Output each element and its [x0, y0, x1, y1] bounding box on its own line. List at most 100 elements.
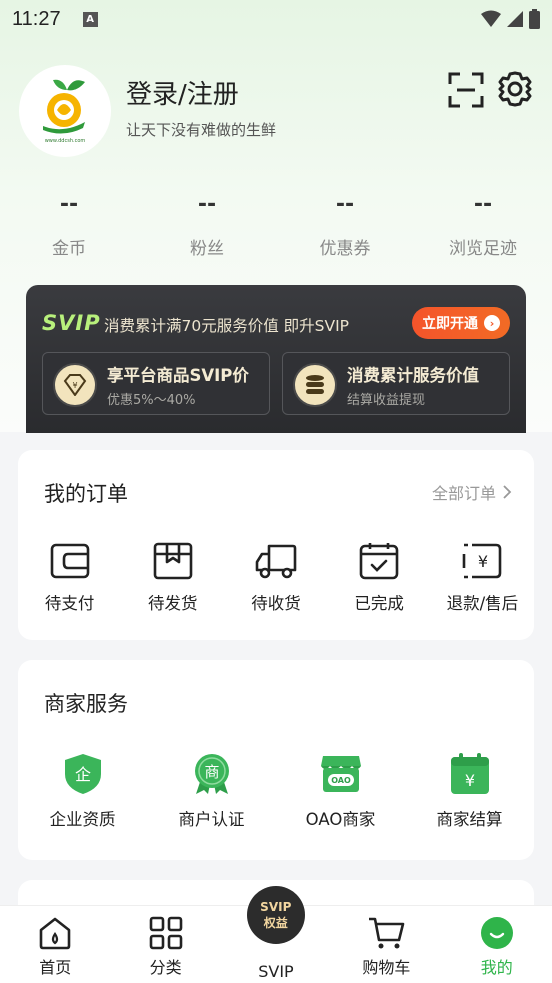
- tab-label: 首页: [39, 958, 72, 977]
- perk-subtitle: 结算收益提现: [347, 393, 426, 408]
- tab-category[interactable]: 分类: [110, 906, 220, 983]
- tab-label: SVIP: [258, 962, 294, 981]
- brand-logo-icon: www.ddcsh.com: [43, 79, 86, 144]
- order-completed[interactable]: 已完成: [328, 542, 431, 614]
- merchant-enterprise-qualification[interactable]: 企 企业资质: [18, 752, 147, 830]
- coins-stack-icon: [293, 363, 337, 407]
- calendar-check-icon: [359, 543, 399, 580]
- svg-text:企: 企: [74, 765, 90, 784]
- shield-enterprise-icon: 企: [64, 754, 101, 794]
- stat-value: --: [59, 192, 79, 217]
- bottom-tab-bar: 首页 分类 SVIP 权益 SVIP 购物车 我的: [0, 886, 552, 983]
- stat-history[interactable]: -- 浏览足迹: [414, 192, 552, 259]
- tab-label: 我的: [480, 958, 513, 977]
- merchant-certification[interactable]: 商 商户认证: [147, 752, 276, 830]
- package-icon: [153, 542, 193, 580]
- stat-fans[interactable]: -- 粉丝: [138, 192, 276, 259]
- battery-icon: [529, 9, 540, 29]
- orders-title: 我的订单: [44, 482, 128, 506]
- svg-text:www.ddcsh.com: www.ddcsh.com: [45, 138, 86, 144]
- perk-title: 消费累计服务价值: [347, 366, 479, 385]
- svip-perk-price: ¥ 享平台商品SVIP价 优惠5%～40%: [42, 352, 270, 415]
- merchant-label: 商户认证: [178, 810, 245, 829]
- order-label: 待发货: [148, 594, 198, 613]
- svg-text:¥: ¥: [464, 771, 474, 790]
- orders-card: 我的订单 全部订单 待支付 待发货 待收货 已完成 ¥ 退款/售后: [18, 450, 534, 640]
- stat-coins[interactable]: -- 金币: [0, 192, 138, 259]
- orders-grid: 待支付 待发货 待收货 已完成 ¥ 退款/售后: [18, 542, 534, 614]
- svip-open-label: 立即开通: [422, 316, 478, 332]
- status-bar: 11:27 A: [0, 0, 552, 38]
- svg-text:OAO: OAO: [331, 776, 351, 785]
- stat-label: 粉丝: [190, 239, 224, 259]
- chevron-right-icon: [503, 485, 512, 499]
- merchant-oao[interactable]: OAO OAO商家: [276, 752, 405, 830]
- tab-label: 分类: [149, 958, 182, 977]
- tab-svip[interactable]: SVIP 权益 SVIP: [221, 886, 331, 983]
- calendar-yen-icon: ¥: [450, 753, 489, 794]
- perk-subtitle: 优惠5%～40%: [107, 393, 196, 408]
- scan-icon[interactable]: [448, 72, 484, 108]
- store-icon: OAO: [320, 756, 361, 792]
- grid-icon: [149, 916, 182, 950]
- all-orders-label: 全部订单: [431, 484, 496, 503]
- svip-open-button[interactable]: 立即开通 ›: [412, 307, 510, 339]
- merchant-label: 企业资质: [49, 810, 116, 829]
- merchant-services-card: 商家服务 企 企业资质 商 商户认证 OAO OAO商家 ¥ 商家结算: [18, 660, 534, 860]
- profile-subtitle: 让天下没有难做的生鲜: [126, 121, 277, 139]
- order-pending-payment[interactable]: 待支付: [18, 542, 121, 614]
- order-refund-aftersale[interactable]: ¥ 退款/售后: [431, 542, 534, 614]
- stat-label: 浏览足迹: [449, 239, 517, 259]
- order-label: 退款/售后: [446, 594, 519, 613]
- svip-bubble-line1: SVIP: [260, 900, 292, 914]
- diamond-yen-icon: ¥: [53, 363, 97, 407]
- merchant-label: 商家结算: [436, 810, 503, 829]
- merchant-title: 商家服务: [44, 692, 128, 716]
- stat-value: --: [473, 192, 493, 217]
- svip-bubble-line2: 权益: [263, 916, 288, 930]
- status-time: 11:27: [12, 7, 61, 30]
- merchant-badge-icon: 商: [194, 754, 229, 794]
- stats-row: -- 金币 -- 粉丝 -- 优惠券 -- 浏览足迹: [0, 192, 552, 259]
- all-orders-link[interactable]: 全部订单: [432, 480, 512, 504]
- svg-text:¥: ¥: [72, 381, 77, 390]
- merchant-settlement[interactable]: ¥ 商家结算: [405, 752, 534, 830]
- svip-description: 消费累计满70元服务价值 即升SVIP: [104, 317, 350, 335]
- smile-face-icon: [480, 917, 513, 949]
- svip-perk-value: 消费累计服务价值 结算收益提现: [282, 352, 510, 415]
- svip-logo: SVIP: [42, 311, 101, 335]
- cart-icon: [369, 917, 405, 949]
- tab-label: 购物车: [362, 958, 411, 977]
- svip-banner[interactable]: SVIP 消费累计满70元服务价值 即升SVIP 立即开通 › ¥ 享平台商品S…: [26, 285, 526, 433]
- wifi-icon: [481, 10, 501, 27]
- perk-title: 享平台商品SVIP价: [107, 366, 249, 385]
- status-icons: [481, 9, 540, 29]
- tab-home[interactable]: 首页: [0, 906, 110, 983]
- gear-icon[interactable]: [496, 70, 534, 108]
- order-label: 待支付: [44, 594, 95, 613]
- merchant-grid: 企 企业资质 商 商户认证 OAO OAO商家 ¥ 商家结算: [18, 752, 534, 830]
- stat-value: --: [197, 192, 217, 217]
- login-register-link[interactable]: 登录/注册: [126, 74, 239, 111]
- svg-text:商: 商: [204, 763, 219, 781]
- notification-a-icon: A: [82, 11, 98, 27]
- signal-icon: [507, 11, 523, 27]
- order-pending-receipt[interactable]: 待收货: [224, 542, 327, 614]
- tab-mine[interactable]: 我的: [442, 906, 552, 983]
- order-pending-shipment[interactable]: 待发货: [121, 542, 224, 614]
- order-label: 待收货: [251, 594, 301, 613]
- stat-label: 金币: [52, 239, 86, 259]
- svg-text:¥: ¥: [478, 552, 488, 571]
- stat-value: --: [335, 192, 355, 217]
- stat-label: 优惠券: [319, 239, 371, 259]
- avatar[interactable]: www.ddcsh.com: [19, 65, 111, 157]
- merchant-label: OAO商家: [305, 810, 376, 829]
- tab-cart[interactable]: 购物车: [331, 906, 441, 983]
- wallet-icon: [50, 543, 89, 579]
- stat-coupons[interactable]: -- 优惠券: [276, 192, 414, 259]
- truck-icon: [255, 544, 297, 579]
- order-label: 已完成: [354, 594, 404, 613]
- svip-bubble-icon: SVIP 权益: [246, 886, 305, 944]
- chevron-right-icon: ›: [484, 315, 500, 331]
- home-icon: [39, 917, 71, 950]
